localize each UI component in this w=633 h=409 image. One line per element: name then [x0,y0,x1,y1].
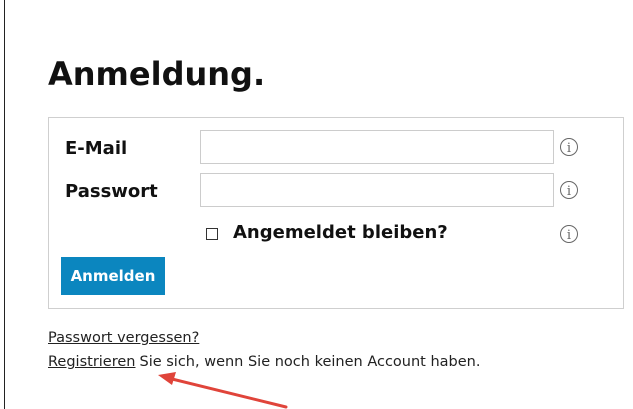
register-line: Registrieren Sie sich, wenn Sie noch kein… [48,353,480,371]
register-hint: Sie sich, wenn Sie noch keinen Account h… [139,354,481,370]
svg-text:i: i [567,228,571,243]
login-form: E-Mail i Passwort i Angemeldet bleiben? … [48,117,624,309]
remember-label[interactable]: Angemeldet bleiben? [233,221,448,245]
register-link[interactable]: Registrieren [48,354,135,370]
email-label: E-Mail [65,138,128,159]
remember-checkbox[interactable] [206,228,218,240]
svg-text:i: i [567,184,571,199]
password-info-icon[interactable]: i [559,180,579,200]
email-info-icon[interactable]: i [559,137,579,157]
forgot-password-link[interactable]: Passwort vergessen? [48,329,199,347]
page-title: Anmeldung. [48,55,266,93]
email-input[interactable] [200,130,554,164]
svg-text:i: i [567,141,571,156]
left-border-line [4,0,5,409]
login-button[interactable]: Anmelden [61,257,165,295]
annotation-arrow-icon [158,372,288,409]
remember-info-icon[interactable]: i [559,224,579,244]
password-input[interactable] [200,173,554,207]
password-label: Passwort [65,181,158,202]
